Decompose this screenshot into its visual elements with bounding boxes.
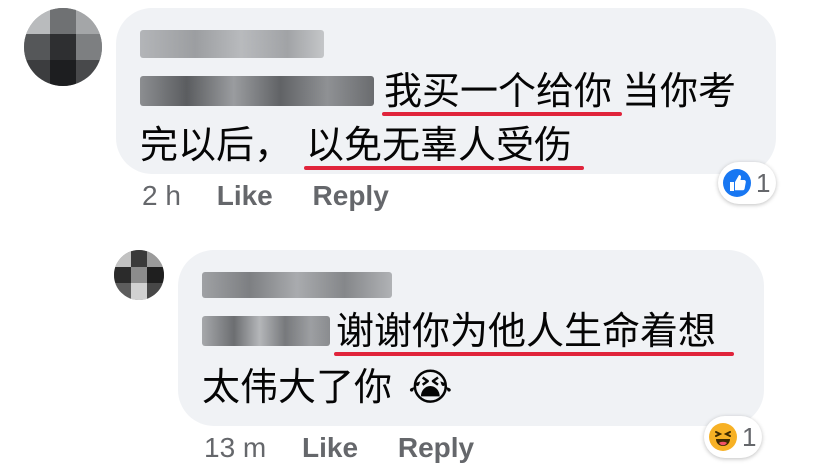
timestamp[interactable]: 13 m bbox=[204, 432, 266, 463]
comment-text-highlight: 以免无辜人受伤 bbox=[306, 123, 573, 167]
reaction-count[interactable]: 1 bbox=[704, 416, 763, 458]
comment-text-highlight: 我买一个给你 bbox=[384, 69, 613, 113]
reaction-count-number: 1 bbox=[742, 421, 757, 452]
red-underline bbox=[304, 166, 584, 170]
red-underline bbox=[382, 112, 622, 116]
reply-button[interactable]: Reply bbox=[398, 432, 474, 463]
comment-text: 太伟大了你 😭 bbox=[202, 365, 453, 409]
red-underline bbox=[334, 352, 734, 356]
author-name-redacted[interactable] bbox=[202, 272, 392, 298]
comment-text: 完以后， bbox=[140, 123, 293, 167]
comment-text-highlight: 谢谢你为他人生命着想 bbox=[336, 309, 717, 353]
avatar[interactable] bbox=[24, 8, 102, 86]
haha-icon bbox=[709, 423, 737, 451]
author-name-redacted[interactable] bbox=[140, 30, 324, 58]
reaction-count[interactable]: 1 bbox=[718, 162, 777, 204]
timestamp[interactable]: 2 h bbox=[142, 180, 181, 211]
avatar[interactable] bbox=[114, 250, 164, 300]
reaction-count-number: 1 bbox=[756, 167, 771, 198]
like-icon bbox=[723, 169, 751, 197]
like-button[interactable]: Like bbox=[302, 432, 358, 463]
comment-text: 当你考 bbox=[622, 69, 737, 113]
redacted-text bbox=[202, 316, 330, 346]
redacted-text bbox=[140, 76, 374, 106]
like-button[interactable]: Like bbox=[217, 180, 273, 211]
comment-actions: 13 m Like Reply bbox=[204, 432, 474, 464]
reply-button[interactable]: Reply bbox=[313, 180, 389, 211]
comment-actions: 2 h Like Reply bbox=[142, 180, 389, 212]
crying-face-emoji: 😭 bbox=[408, 365, 453, 409]
